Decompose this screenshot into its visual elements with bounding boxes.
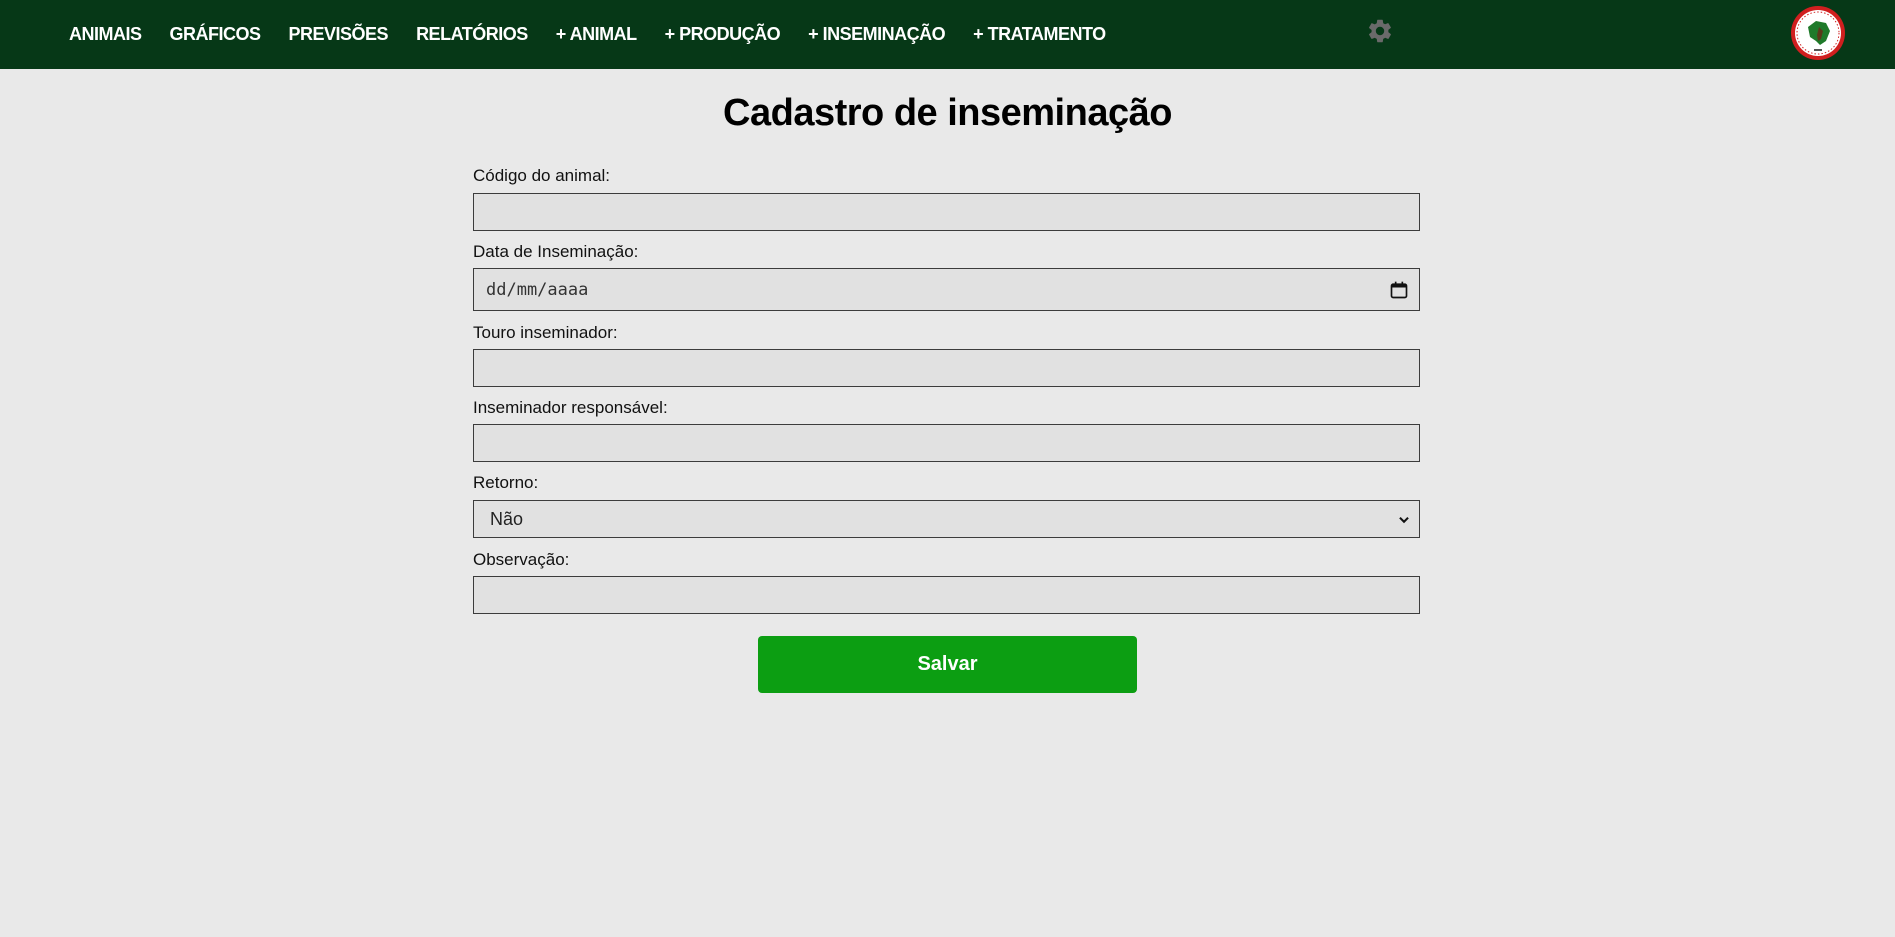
calendar-icon[interactable] bbox=[1389, 280, 1409, 300]
nav-item-graficos[interactable]: GRÁFICOS bbox=[170, 24, 262, 45]
codigo-label: Código do animal: bbox=[473, 166, 611, 185]
data-label: Data de Inseminação: bbox=[473, 242, 639, 261]
data-placeholder: dd/mm/aaaa bbox=[486, 279, 589, 300]
inseminador-label: Inseminador responsável: bbox=[473, 398, 668, 417]
nav-item-add-producao[interactable]: + PRODUÇÃO bbox=[665, 24, 781, 45]
page-title: Cadastro de inseminação bbox=[723, 92, 1172, 134]
touro-label: Touro inseminador: bbox=[473, 323, 618, 342]
top-navbar: ANIMAIS GRÁFICOS PREVISÕES RELATÓRIOS + … bbox=[0, 0, 1895, 69]
nav-item-add-animal[interactable]: + ANIMAL bbox=[556, 24, 637, 45]
main-nav: ANIMAIS GRÁFICOS PREVISÕES RELATÓRIOS + … bbox=[69, 0, 1134, 69]
retorno-selected-value: Não bbox=[490, 508, 524, 529]
touro-input[interactable] bbox=[473, 349, 1420, 387]
nav-item-add-inseminacao[interactable]: + INSEMINAÇÃO bbox=[808, 24, 946, 45]
gear-icon[interactable] bbox=[1366, 17, 1394, 45]
save-button[interactable]: Salvar bbox=[758, 636, 1137, 693]
retorno-select[interactable]: Não bbox=[473, 500, 1420, 538]
observacao-label: Observação: bbox=[473, 550, 570, 569]
data-input[interactable]: dd/mm/aaaa bbox=[473, 268, 1420, 311]
nav-item-previsoes[interactable]: PREVISÕES bbox=[289, 24, 389, 45]
nav-item-add-tratamento[interactable]: + TRATAMENTO bbox=[973, 24, 1106, 45]
chevron-down-icon bbox=[1399, 516, 1409, 524]
nav-item-relatorios[interactable]: RELATÓRIOS bbox=[416, 24, 528, 45]
codigo-input[interactable] bbox=[473, 193, 1420, 231]
observacao-input[interactable] bbox=[473, 576, 1420, 614]
retorno-label: Retorno: bbox=[473, 473, 539, 492]
circular-brand-logo[interactable] bbox=[1790, 5, 1846, 61]
nav-item-animais[interactable]: ANIMAIS bbox=[69, 24, 142, 45]
inseminador-input[interactable] bbox=[473, 424, 1420, 462]
